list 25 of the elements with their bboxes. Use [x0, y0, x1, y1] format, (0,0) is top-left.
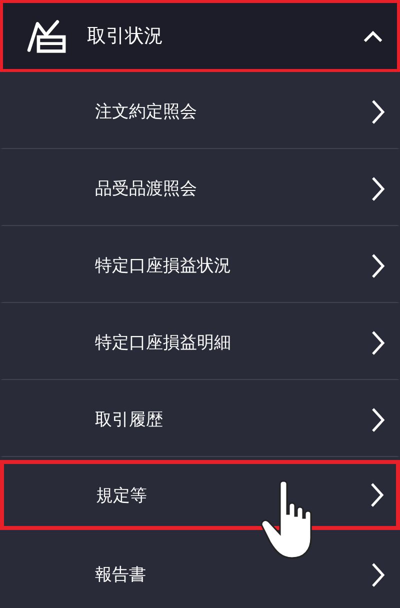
section-title: 取引状況: [87, 24, 164, 49]
chart-box-icon: [27, 18, 67, 54]
chevron-right-icon: [371, 562, 385, 588]
menu-item-label: 取引履歴: [95, 409, 164, 431]
caret-up-icon: [363, 30, 383, 42]
menu-item[interactable]: 注文約定照会: [0, 72, 400, 149]
menu-item[interactable]: 特定口座損益明細: [0, 303, 400, 380]
menu-item[interactable]: 品受品渡照会: [0, 149, 400, 226]
menu-item-label: 特定口座損益状況: [95, 255, 232, 277]
menu-item-label: 注文約定照会: [95, 101, 198, 123]
chevron-right-icon: [371, 176, 385, 202]
menu-item[interactable]: 報告書: [0, 535, 400, 608]
chevron-right-icon: [371, 330, 385, 356]
menu-item[interactable]: 取引履歴: [0, 380, 400, 457]
menu-item-label: 特定口座損益明細: [95, 332, 232, 354]
menu-item-label: 品受品渡照会: [95, 178, 198, 200]
chevron-right-icon: [371, 406, 385, 432]
chevron-right-icon: [370, 482, 384, 508]
chevron-right-icon: [371, 98, 385, 124]
menu-header[interactable]: 取引状況: [0, 0, 400, 72]
menu-item[interactable]: 規定等: [0, 460, 400, 530]
menu-item-label: 規定等: [96, 484, 148, 506]
menu-item-label: 報告書: [95, 564, 147, 586]
chevron-right-icon: [371, 252, 385, 278]
menu-item[interactable]: 特定口座損益状況: [0, 226, 400, 303]
